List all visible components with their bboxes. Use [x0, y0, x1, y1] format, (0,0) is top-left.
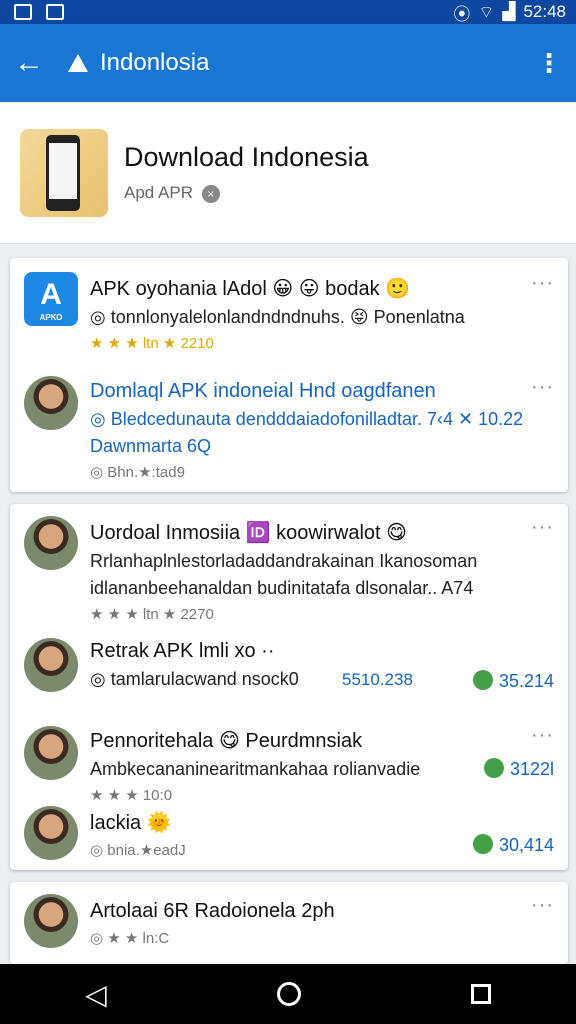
item-count-value: 3122l: [509, 759, 554, 779]
chat-icon: [483, 758, 504, 778]
avatar: [24, 806, 78, 860]
item-badge: 5510.238: [342, 670, 413, 689]
app-bar: ← Indonlosia ⋮: [0, 24, 576, 102]
avatar: [24, 726, 78, 780]
avatar: [24, 894, 78, 948]
app-header: Download Indonesia Apd APR ×: [0, 102, 576, 244]
more-horiz-icon[interactable]: ···: [531, 272, 554, 295]
avatar: [24, 638, 78, 692]
item-rating: ★ ★ ★ ltn ★ 2270: [90, 606, 214, 623]
item-title: Domlaql APK indoneial Hnd oagdfanen: [90, 380, 436, 402]
item-count: 3122l: [483, 758, 554, 780]
app-title: Download Indonesia: [124, 142, 369, 172]
app-subtitle-text: Apd APR: [124, 183, 193, 202]
item-title: Uordoal Inmosiia 🆔 koowirwalot 😋: [90, 522, 407, 544]
apk-logo-icon: A ΑΡΚΟ: [24, 272, 78, 326]
item-count: 30,414: [472, 834, 554, 856]
card-3: Artolaai 6R Radoionela 2ph ◎ ★ ★ ln:C ··…: [10, 882, 568, 964]
list-item[interactable]: Artolaai 6R Radoionela 2ph ◎ ★ ★ ln:C ··…: [24, 894, 554, 964]
item-description: ◎ tamlarulacwand nsock0: [90, 669, 299, 689]
list-item[interactable]: A ΑΡΚΟ APK oyohania lAdol 😀 😛 bodak 🙂 ◎ t…: [24, 272, 554, 362]
status-bar: ⦿ ⌔ ▟ 52:48: [0, 0, 576, 24]
wifi-icon: ⌔: [478, 2, 495, 22]
app-icon: [20, 128, 108, 217]
list-item[interactable]: Uordoal Inmosiia 🆔 koowirwalot 😋 Rrlanha…: [24, 516, 554, 626]
avatar: [24, 516, 78, 570]
list-item[interactable]: Domlaql APK indoneial Hnd oagdfanen ◎ Bl…: [24, 376, 554, 486]
nav-back-icon[interactable]: ◁: [85, 978, 107, 1011]
status-time: 52:48: [523, 2, 566, 21]
warning-icon: [68, 54, 88, 72]
gallery-icon: [46, 4, 64, 20]
image-icon: [14, 4, 32, 20]
info-icon: ×: [201, 185, 220, 203]
item-title: Retrak APK lmli xo ··: [90, 640, 275, 662]
item-description-2: idlananbeehanaldan budinitatafa dlsonala…: [90, 578, 474, 598]
nav-home-icon[interactable]: [276, 982, 301, 1006]
item-description: ◎ tonnlonyalelonlandndndnuhs. 😝 Ponenlat…: [90, 307, 465, 327]
list-item[interactable]: lackia 🌞 ◎ bnia.★eadJ 30,414: [24, 804, 554, 864]
item-rating: ★ ★ ★ 10:0: [90, 787, 173, 804]
item-description: ◎ Bledcedunauta dendddaiadofonilladtar. …: [90, 409, 524, 429]
item-description: Rrlanhaplnlestorladaddandrakainan Ikanos…: [90, 551, 478, 571]
more-horiz-icon[interactable]: ···: [531, 724, 554, 747]
card-2: Uordoal Inmosiia 🆔 koowirwalot 😋 Rrlanha…: [10, 504, 568, 870]
item-subline: Dawnmarta 6Q: [90, 436, 212, 456]
signal-icon: ▟: [502, 2, 516, 21]
item-rating: ◎ Bhn.★:tad9: [90, 464, 185, 481]
item-count: 35.214: [472, 670, 554, 692]
phone-screen: [49, 142, 77, 199]
item-title: Pennoritehala 😋 Peurdmnsiak: [90, 730, 363, 752]
item-description: Ambkecananinearitmankahaa rolianvadies..: [90, 759, 420, 779]
arrow-left-icon[interactable]: ←: [14, 46, 58, 80]
vibrate-icon: ⦿: [453, 4, 471, 24]
system-nav-bar: ◁: [0, 964, 576, 1024]
item-count-value: 30,414: [498, 835, 554, 855]
chat-icon: [472, 834, 493, 854]
app-subtitle: Apd APR ×: [124, 183, 369, 203]
list-item[interactable]: Pennoritehala 😋 Peurdmnsiak Ambkecananin…: [24, 724, 554, 804]
item-rating: ★ ★ ★ ltn ★ 2210: [90, 335, 214, 352]
chat-icon: [472, 670, 493, 690]
item-title: lackia 🌞: [90, 812, 172, 834]
more-vert-icon[interactable]: ⋮: [536, 48, 562, 79]
item-title: Artolaai 6R Radoionela 2ph: [90, 900, 335, 922]
more-horiz-icon[interactable]: ···: [531, 894, 554, 917]
item-count-value: 35.214: [498, 671, 554, 691]
item-rating: ◎ ★ ★ ln:C: [90, 930, 170, 947]
card-1: A ΑΡΚΟ APK oyohania lAdol 😀 😛 bodak 🙂 ◎ t…: [10, 258, 568, 492]
more-horiz-icon[interactable]: ···: [531, 516, 554, 539]
nav-recent-icon[interactable]: [470, 984, 491, 1004]
list-item[interactable]: Retrak APK lmli xo ·· ◎ tamlarulacwand n…: [24, 636, 554, 706]
page-title: Indonlosia: [100, 49, 210, 76]
avatar: [24, 376, 78, 430]
item-title: APK oyohania lAdol 😀 😛 bodak 🙂: [90, 278, 411, 300]
more-horiz-icon[interactable]: ···: [531, 376, 554, 399]
